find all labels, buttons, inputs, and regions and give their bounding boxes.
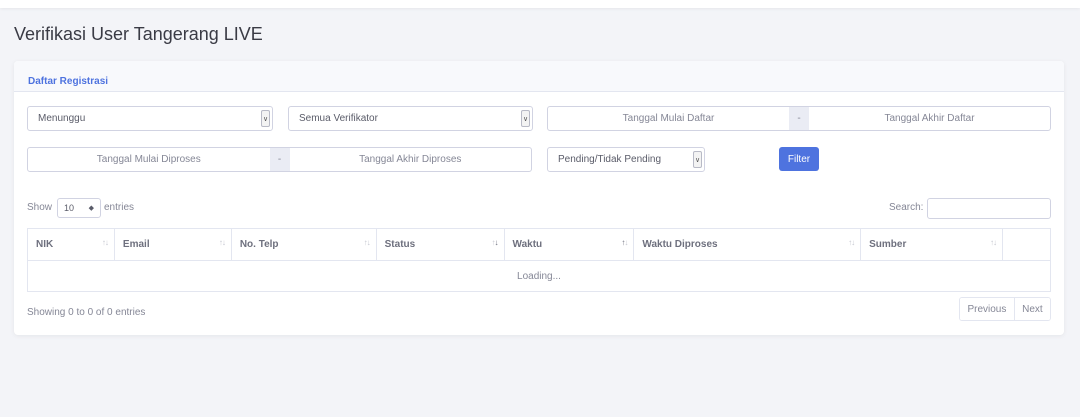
column-header-no-telp[interactable]: No. Telp ↑↓	[230, 228, 377, 261]
table-info: Showing 0 to 0 of 0 entries	[27, 307, 146, 318]
proses-date-range: Tanggal Mulai Diproses - Tanggal Akhir D…	[27, 147, 532, 172]
range-separator: -	[269, 148, 290, 171]
topbar	[0, 0, 1080, 8]
column-header-status[interactable]: Status ↑↓	[375, 228, 505, 261]
card-title: Daftar Registrasi	[28, 76, 109, 87]
status-select-value: Menunggu	[38, 113, 86, 124]
column-header-nik[interactable]: NIK ↑↓	[27, 228, 115, 261]
pending-select-value: Pending/Tidak Pending	[558, 154, 662, 165]
entries-label: entries	[104, 202, 135, 213]
verifikator-select[interactable]: Semua Verifikator ∨	[288, 106, 533, 131]
next-button[interactable]: Next	[1013, 298, 1050, 320]
sort-icon: ↑↓	[848, 238, 855, 247]
sort-icon: ↑↓	[621, 238, 628, 247]
chevron-down-icon: ∨	[693, 151, 702, 168]
sort-icon: ↑↓	[363, 238, 371, 247]
table-header-row: NIK ↑↓ Email ↑↓ No. Telp ↑↓ Status ↑↓ Waktu ↑…	[27, 228, 1051, 261]
column-header-waktu[interactable]: Waktu ↑↓	[503, 228, 635, 261]
updown-icon: ◆	[88, 205, 94, 212]
entries-length-select[interactable]: 10 ◆	[57, 198, 101, 218]
column-header-waktu-diproses[interactable]: Waktu Diproses ↑↓	[633, 228, 862, 261]
chevron-down-icon: ∨	[521, 110, 530, 127]
sort-icon: ↑↓	[101, 238, 109, 247]
entries-length-value: 10	[64, 203, 75, 213]
proses-start-input[interactable]: Tanggal Mulai Diproses	[28, 148, 270, 171]
sort-icon: ↑↓	[491, 238, 499, 247]
daftar-start-input[interactable]: Tanggal Mulai Daftar	[548, 107, 789, 130]
range-separator: -	[789, 107, 809, 130]
proses-end-input[interactable]: Tanggal Akhir Diproses	[290, 148, 532, 171]
table-row: Loading...	[27, 260, 1051, 292]
registration-table: NIK ↑↓ Email ↑↓ No. Telp ↑↓ Status ↑↓ Waktu ↑…	[27, 228, 1051, 292]
pending-select[interactable]: Pending/Tidak Pending ∨	[547, 147, 705, 172]
verifikator-select-value: Semua Verifikator	[299, 113, 378, 124]
registration-card: Daftar Registrasi Menunggu ∨ Semua Verif…	[14, 61, 1064, 335]
card-header: Daftar Registrasi	[14, 61, 1064, 92]
column-header-empty	[1002, 228, 1051, 261]
loading-cell: Loading...	[27, 260, 1051, 292]
previous-button[interactable]: Previous	[960, 298, 1014, 320]
show-label: Show	[27, 202, 53, 213]
filter-button[interactable]: Filter	[779, 147, 819, 171]
sort-icon: ↑↓	[990, 238, 997, 247]
daftar-end-input[interactable]: Tanggal Akhir Daftar	[809, 107, 1050, 130]
search-label: Search:	[889, 202, 924, 213]
search-input[interactable]	[927, 198, 1051, 219]
sort-icon: ↑↓	[218, 238, 226, 247]
column-header-email[interactable]: Email ↑↓	[113, 228, 232, 261]
status-select[interactable]: Menunggu ∨	[27, 106, 273, 131]
column-header-sumber[interactable]: Sumber ↑↓	[860, 228, 1003, 261]
chevron-down-icon: ∨	[261, 110, 270, 127]
daftar-date-range: Tanggal Mulai Daftar - Tanggal Akhir Daf…	[547, 106, 1051, 131]
page-title: Verifikasi User Tangerang LIVE	[14, 24, 263, 44]
pagination: Previous Next	[959, 297, 1051, 321]
